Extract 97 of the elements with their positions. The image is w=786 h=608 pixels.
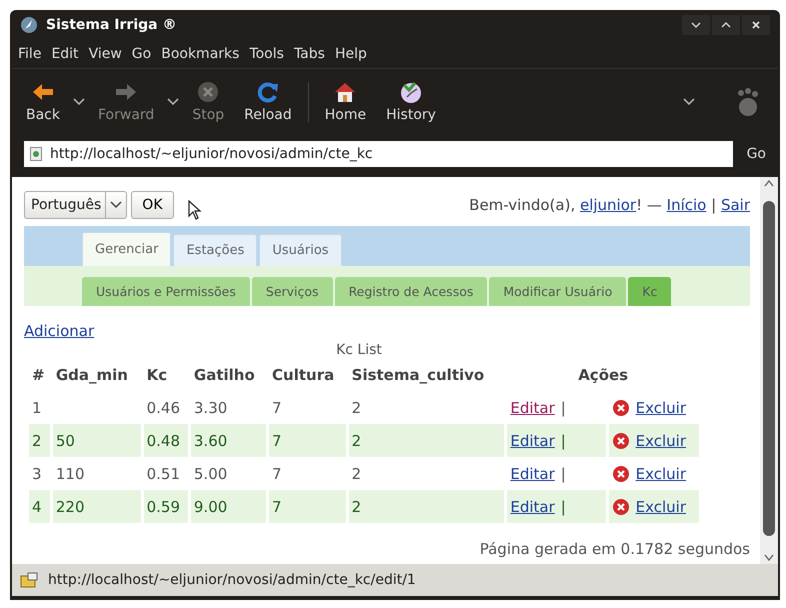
menu-item[interactable]: File xyxy=(18,46,42,62)
status-text: http://localhost/~eljunior/novosi/admin/cte_kc/edit/1 xyxy=(48,572,416,588)
go-button[interactable]: Go xyxy=(740,145,772,163)
delete-link[interactable]: Excluir xyxy=(636,398,686,416)
greeting-text: | xyxy=(710,196,718,214)
table-cell: 50 xyxy=(56,432,75,450)
column-header: Gatilho xyxy=(192,364,256,386)
reload-button[interactable]: Reload xyxy=(236,77,300,127)
table-cell: 2 xyxy=(32,432,42,450)
back-button[interactable]: Back xyxy=(18,77,68,127)
clock-icon xyxy=(399,81,424,103)
greeting-text: ! — xyxy=(636,196,663,214)
language-select[interactable]: Português xyxy=(24,191,128,219)
ok-button[interactable]: OK xyxy=(131,191,174,219)
menu-item[interactable]: Edit xyxy=(51,46,79,62)
tab[interactable]: Usuários xyxy=(259,234,342,266)
dropdown-caret-icon[interactable] xyxy=(72,97,86,107)
table-cell: 3.30 xyxy=(194,398,228,416)
table-cell: 3.60 xyxy=(194,432,228,450)
minimize-button[interactable] xyxy=(682,15,710,35)
page-icon xyxy=(30,147,42,161)
table-caption: Kc List xyxy=(335,342,383,358)
separator-text: | xyxy=(560,498,566,516)
reload-icon xyxy=(256,81,280,103)
table-cell: 2 xyxy=(352,464,362,482)
delete-icon[interactable] xyxy=(612,432,630,450)
column-header: Cultura xyxy=(271,364,336,386)
delete-link[interactable]: Excluir xyxy=(636,464,686,482)
table-cell: 9.00 xyxy=(194,498,228,516)
table-cell: 7 xyxy=(272,432,282,450)
subtab[interactable]: Usuários e Permissões xyxy=(82,277,250,306)
home-button[interactable]: Home xyxy=(316,77,374,127)
subtab[interactable]: Registro de Acessos xyxy=(334,277,488,306)
table-cell: 0.59 xyxy=(146,498,180,516)
folder-icon xyxy=(20,572,38,588)
separator-text: | xyxy=(560,432,566,450)
edit-link[interactable]: Editar xyxy=(510,432,555,450)
column-header: Sistema_cultivo xyxy=(350,364,486,386)
column-header: Kc xyxy=(146,364,168,386)
link[interactable]: Início xyxy=(666,196,706,214)
table-cell: 110 xyxy=(56,464,84,482)
table-cell: 3 xyxy=(32,464,42,482)
tab[interactable]: Estações xyxy=(173,234,258,266)
subtab[interactable]: Modificar Usuário xyxy=(489,277,626,306)
subtab[interactable]: Serviços xyxy=(252,277,333,306)
link[interactable]: eljunior xyxy=(580,196,636,214)
address-field[interactable]: http://localhost/~eljunior/novosi/admin/cte_kc xyxy=(24,141,733,167)
column-header: Ações xyxy=(577,364,630,386)
house-icon xyxy=(333,81,358,103)
table-cell: 7 xyxy=(272,398,282,416)
menu-item[interactable]: Go xyxy=(132,46,152,62)
table-cell: 0.48 xyxy=(146,432,180,450)
caret-icon xyxy=(110,201,122,209)
delete-icon[interactable] xyxy=(612,498,630,516)
edit-link[interactable]: Editar xyxy=(510,398,555,416)
tab[interactable]: Gerenciar xyxy=(82,232,172,266)
edit-link[interactable]: Editar xyxy=(510,464,555,482)
maximize-button[interactable] xyxy=(712,15,740,35)
table-cell: 2 xyxy=(352,498,362,516)
mouse-cursor-icon xyxy=(188,200,202,220)
separator-text: | xyxy=(560,398,566,416)
table-cell: 4 xyxy=(32,498,42,516)
overflow-caret-icon[interactable] xyxy=(682,97,696,107)
greeting-text: Bem-vindo(a), xyxy=(469,196,576,214)
separator-text: | xyxy=(560,464,566,482)
stop-icon xyxy=(196,81,220,103)
delete-icon[interactable] xyxy=(612,398,630,416)
menu-item[interactable]: Bookmarks xyxy=(161,46,240,62)
window-title: Sistema Irriga ® xyxy=(46,17,178,33)
table-cell: 1 xyxy=(32,398,42,416)
table-cell: 220 xyxy=(56,498,84,516)
scroll-down-icon xyxy=(764,554,774,562)
history-button[interactable]: History xyxy=(378,77,444,127)
back-arrow-icon xyxy=(31,81,55,103)
table-cell: 2 xyxy=(352,432,362,450)
table-cell: 2 xyxy=(352,398,362,416)
page-generation-text: Página gerada em 0.1782 segundos xyxy=(478,540,750,558)
forward-arrow-icon xyxy=(114,81,138,103)
menu-item[interactable]: View xyxy=(88,46,122,62)
scrollbar[interactable] xyxy=(760,177,778,564)
column-header: Gda_min xyxy=(54,364,129,386)
table-cell: 5.00 xyxy=(194,464,228,482)
table-cell: 0.51 xyxy=(146,464,180,482)
edit-link[interactable]: Editar xyxy=(510,498,555,516)
scroll-up-icon xyxy=(764,179,774,187)
delete-icon[interactable] xyxy=(612,464,630,482)
add-link[interactable]: Adicionar xyxy=(24,322,94,340)
table-cell: 7 xyxy=(272,464,282,482)
menu-item[interactable]: Help xyxy=(334,46,367,62)
menu-item[interactable]: Tabs xyxy=(294,46,325,62)
table-cell: 0.46 xyxy=(146,398,180,416)
column-header: # xyxy=(31,364,46,386)
link[interactable]: Sair xyxy=(720,196,750,214)
close-button[interactable] xyxy=(742,15,770,35)
menu-item[interactable]: Tools xyxy=(249,46,284,62)
app-icon xyxy=(20,16,38,34)
table-cell: 7 xyxy=(272,498,282,516)
